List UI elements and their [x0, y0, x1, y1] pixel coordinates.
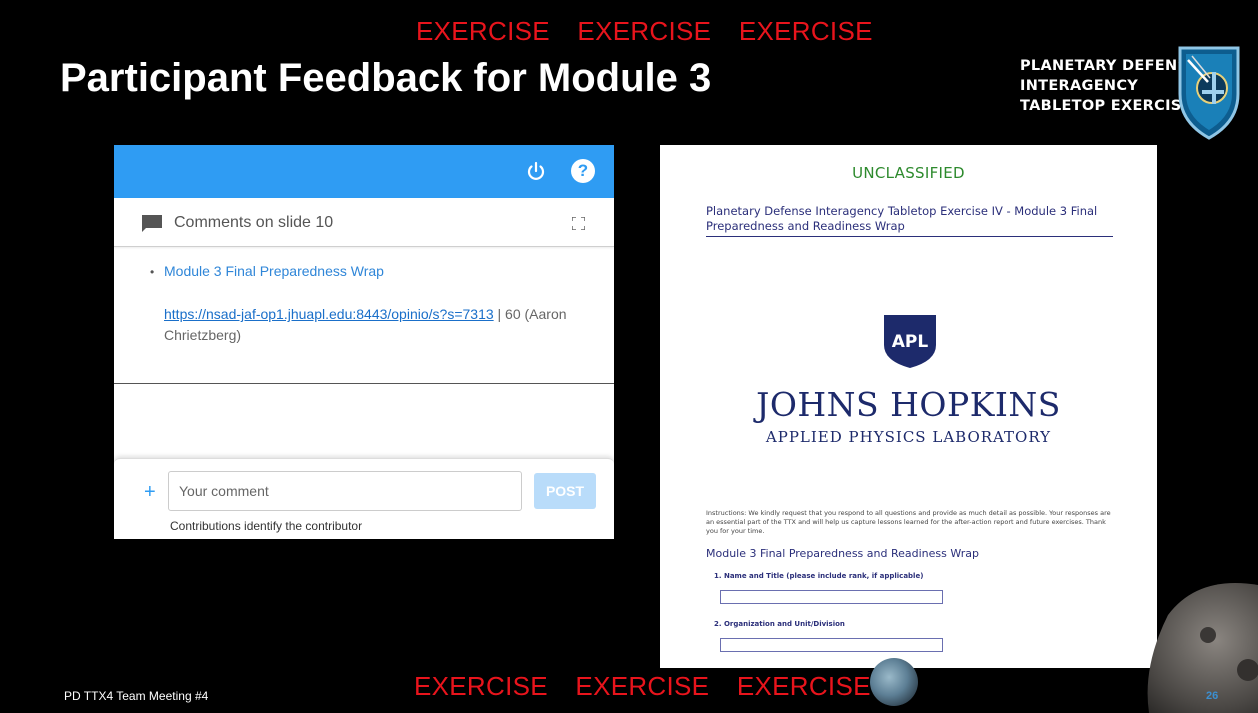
asteroid-image	[1147, 583, 1258, 713]
apl-badge-text: APL	[892, 332, 929, 352]
list-bullet: •	[150, 265, 155, 279]
question-2-label: 2. Organization and Unit/Division	[714, 620, 845, 628]
comments-topbar: ?	[114, 145, 614, 198]
exercise-label: EXERCISE	[416, 16, 550, 46]
exercise-label: EXERCISE	[736, 671, 871, 701]
lab-name: APPLIED PHYSICS LABORATORY	[765, 428, 1052, 446]
power-icon[interactable]	[524, 160, 548, 184]
survey-form: UNCLASSIFIED Planetary Defense Interagen…	[660, 145, 1157, 668]
comment-title[interactable]: Module 3 Final Preparedness Wrap	[164, 263, 384, 279]
survey-instructions: Instructions: We kindly request that you…	[706, 509, 1111, 535]
comment-composer: + POST Contributions identify the contri…	[114, 458, 614, 539]
comment-icon	[142, 215, 162, 232]
exercise-banner-bottom: EXERCISE EXERCISE EXERCISE	[414, 671, 891, 702]
title-divider	[706, 236, 1113, 237]
meeting-label: PD TTX4 Team Meeting #4	[64, 689, 209, 703]
plus-icon[interactable]: +	[144, 481, 156, 504]
comments-header: Comments on slide 10	[114, 198, 614, 247]
slide: EXERCISE EXERCISE EXERCISE Participant F…	[8, 0, 1258, 713]
comments-panel: ? Comments on slide 10 • Module 3 Final …	[114, 145, 614, 539]
question-1-label: 1. Name and Title (please include rank, …	[714, 572, 924, 580]
help-icon[interactable]: ?	[571, 159, 595, 183]
apl-shield-logo: APL	[884, 315, 936, 368]
exercise-banner-top: EXERCISE EXERCISE EXERCISE	[416, 16, 893, 47]
comment-input[interactable]	[168, 471, 522, 511]
exercise-label: EXERCISE	[577, 16, 712, 46]
contributor-note: Contributions identify the contributor	[170, 519, 363, 533]
exercise-label: EXERCISE	[738, 16, 873, 46]
survey-link[interactable]: https://nsad-jaf-op1.jhuapl.edu:8443/opi…	[164, 306, 494, 322]
ttx4-shield-logo	[1178, 46, 1240, 140]
exercise-label: EXERCISE	[575, 671, 710, 701]
post-button[interactable]: POST	[534, 473, 596, 509]
slide-title: Participant Feedback for Module 3	[60, 56, 712, 100]
earth-image	[870, 658, 918, 706]
comments-list: • Module 3 Final Preparedness Wrap https…	[114, 247, 614, 384]
org-name: JOHNS HOPKINS	[756, 385, 1061, 424]
exercise-label: EXERCISE	[414, 671, 548, 701]
expand-icon[interactable]	[572, 217, 585, 230]
organization-field[interactable]	[720, 638, 943, 652]
module-heading: Module 3 Final Preparedness and Readines…	[706, 547, 979, 560]
name-title-field[interactable]	[720, 590, 943, 604]
classification-label: UNCLASSIFIED	[852, 164, 965, 182]
comment-body: https://nsad-jaf-op1.jhuapl.edu:8443/opi…	[164, 304, 584, 346]
survey-title: Planetary Defense Interagency Tabletop E…	[706, 204, 1098, 233]
page-number: 26	[1206, 690, 1219, 702]
comments-header-title: Comments on slide 10	[174, 214, 334, 231]
